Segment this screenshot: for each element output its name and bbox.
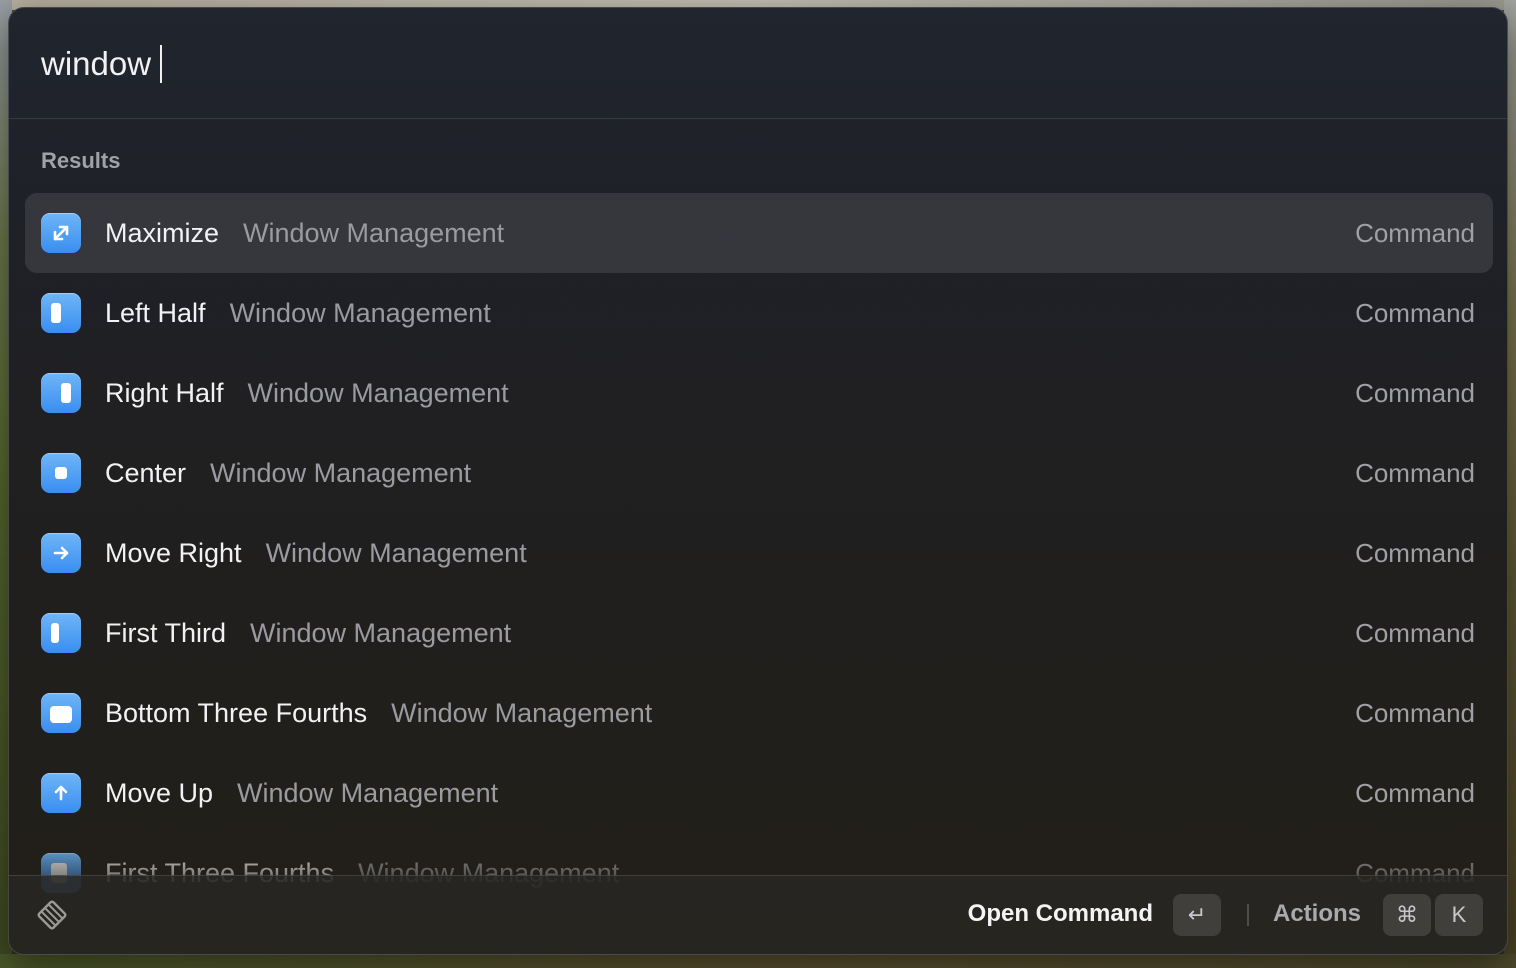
results-list: Maximize Window Management Command Left H… xyxy=(25,193,1493,913)
result-row-first-third[interactable]: First Third Window Management Command xyxy=(25,593,1493,673)
result-title: Bottom Three Fourths Window Management xyxy=(105,697,653,728)
result-type: Command xyxy=(1355,297,1475,328)
result-title: Center Window Management xyxy=(105,457,472,488)
result-subtitle: Window Management xyxy=(229,297,491,328)
result-row-center[interactable]: Center Window Management Command xyxy=(25,433,1493,513)
launcher-window: window Results Maximize Window Management… xyxy=(8,7,1508,955)
result-type: Command xyxy=(1355,377,1475,408)
result-type: Command xyxy=(1355,217,1475,248)
first-third-icon xyxy=(41,613,81,653)
result-row-move-right[interactable]: Move Right Window Management Command xyxy=(25,513,1493,593)
search-query[interactable]: window xyxy=(41,45,151,83)
maximize-arrows-icon xyxy=(41,213,81,253)
results-section-label: Results xyxy=(41,148,121,173)
center-icon xyxy=(41,453,81,493)
command-key-icon: ⌘ xyxy=(1383,894,1431,936)
result-subtitle: Window Management xyxy=(210,457,472,488)
result-title: Left Half Window Management xyxy=(105,297,491,328)
result-subtitle: Window Management xyxy=(247,377,509,408)
result-type: Command xyxy=(1355,457,1475,488)
k-key: K xyxy=(1435,894,1483,936)
result-row-right-half[interactable]: Right Half Window Management Command xyxy=(25,353,1493,433)
right-half-icon xyxy=(41,373,81,413)
result-subtitle: Window Management xyxy=(243,217,505,248)
result-type: Command xyxy=(1355,697,1475,728)
raycast-logo-icon[interactable] xyxy=(33,896,71,934)
wallpaper-bottom xyxy=(0,954,1516,968)
footer-divider xyxy=(1247,904,1249,926)
actions-button[interactable]: Actions xyxy=(1273,900,1361,928)
action-bar: Open Command ↵ Actions ⌘ K xyxy=(9,875,1507,954)
text-caret xyxy=(160,45,163,83)
result-subtitle: Window Management xyxy=(250,617,512,648)
result-row-bottom-three-fourths[interactable]: Bottom Three Fourths Window Management Co… xyxy=(25,673,1493,753)
result-subtitle: Window Management xyxy=(391,697,653,728)
arrow-right-icon xyxy=(41,533,81,573)
result-title: Maximize Window Management xyxy=(105,217,505,248)
result-subtitle: Window Management xyxy=(265,537,527,568)
result-title: First Third Window Management xyxy=(105,617,512,648)
result-title: Right Half Window Management xyxy=(105,377,509,408)
open-command-button[interactable]: Open Command xyxy=(968,900,1153,928)
result-row-move-up[interactable]: Move Up Window Management Command xyxy=(25,753,1493,833)
result-type: Command xyxy=(1355,777,1475,808)
result-row-maximize[interactable]: Maximize Window Management Command xyxy=(25,193,1493,273)
result-type: Command xyxy=(1355,617,1475,648)
arrow-up-icon xyxy=(41,773,81,813)
enter-key-icon: ↵ xyxy=(1173,894,1221,936)
result-title: Move Right Window Management xyxy=(105,537,527,568)
result-row-left-half[interactable]: Left Half Window Management Command xyxy=(25,273,1493,353)
left-half-icon xyxy=(41,293,81,333)
bottom-three-fourths-icon xyxy=(41,693,81,733)
result-type: Command xyxy=(1355,537,1475,568)
result-title: Move Up Window Management xyxy=(105,777,499,808)
search-input[interactable]: window xyxy=(41,42,163,86)
result-subtitle: Window Management xyxy=(237,777,499,808)
search-bar[interactable]: window xyxy=(9,8,1507,119)
